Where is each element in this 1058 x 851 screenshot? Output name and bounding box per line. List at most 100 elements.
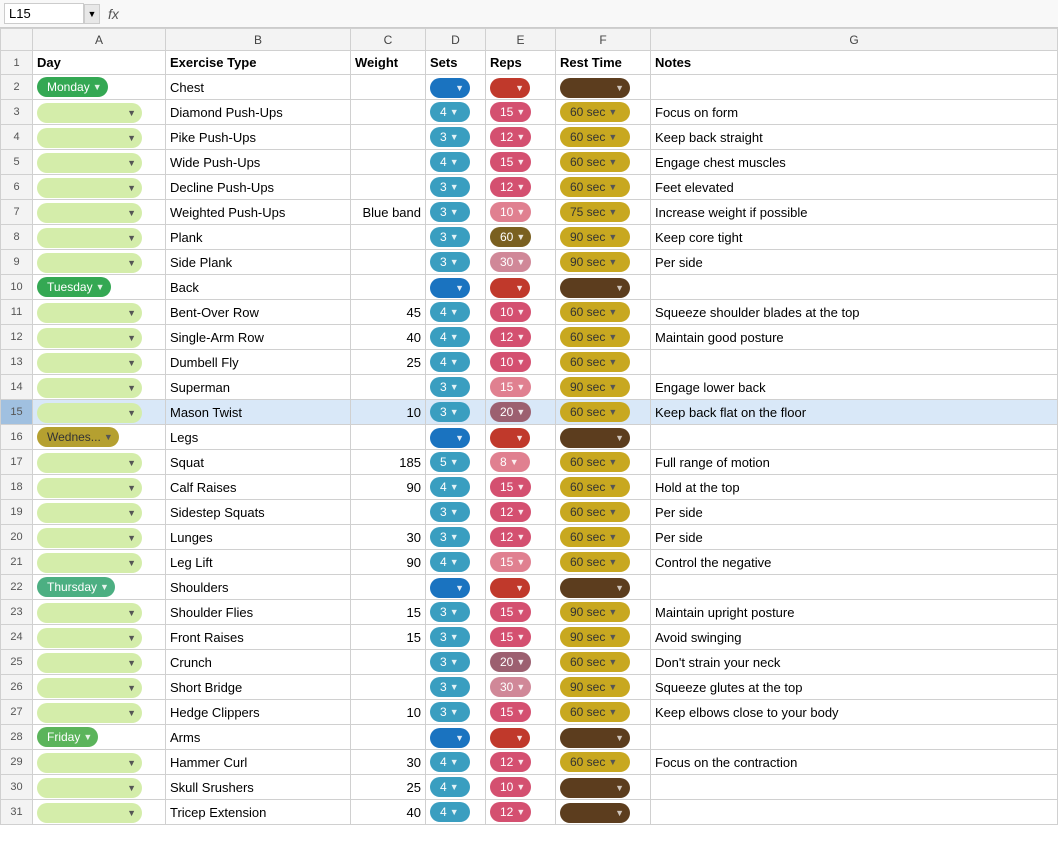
dropdown-pill[interactable]: 12 ▼ — [490, 177, 531, 197]
cell-sets[interactable]: 3 ▼ — [426, 675, 486, 700]
rest-pill[interactable]: 60 sec ▼ — [560, 177, 630, 197]
dropdown-pill[interactable]: 3 ▼ — [430, 702, 470, 722]
dropdown-pill[interactable]: 3 ▼ — [430, 502, 470, 522]
cell-reps[interactable]: 12 ▼ — [486, 525, 556, 550]
cell-reps[interactable]: 30 ▼ — [486, 675, 556, 700]
cell-rest-time[interactable]: 60 sec ▼ — [556, 150, 651, 175]
empty-day-pill[interactable]: ▼ — [37, 253, 142, 273]
empty-day-pill[interactable]: ▼ — [37, 503, 142, 523]
dropdown-pill[interactable]: 4 ▼ — [430, 152, 470, 172]
rest-pill[interactable]: 90 sec ▼ — [560, 377, 630, 397]
rest-pill[interactable]: 60 sec ▼ — [560, 302, 630, 322]
cell-reps[interactable]: 15 ▼ — [486, 550, 556, 575]
dropdown-pill[interactable]: 4 ▼ — [430, 102, 470, 122]
cell-reps[interactable]: 10 ▼ — [486, 300, 556, 325]
cell-rest-time[interactable]: 60 sec ▼ — [556, 350, 651, 375]
dropdown-pill[interactable]: 10 ▼ — [490, 777, 531, 797]
dropdown-pill[interactable]: 15 ▼ — [490, 377, 531, 397]
cell-sets[interactable]: 4 ▼ — [426, 325, 486, 350]
cell-day[interactable]: ▼ — [33, 125, 166, 150]
dropdown-pill[interactable]: 4 ▼ — [430, 477, 470, 497]
cell-rest-time[interactable]: ▼ — [556, 775, 651, 800]
dropdown-pill[interactable]: 5 ▼ — [430, 452, 470, 472]
rest-pill[interactable]: ▼ — [560, 78, 630, 98]
dropdown-pill[interactable]: 12 ▼ — [490, 127, 531, 147]
cell-rest-time[interactable]: 90 sec ▼ — [556, 600, 651, 625]
dropdown-pill[interactable]: 60 ▼ — [490, 227, 531, 247]
cell-sets[interactable]: 3 ▼ — [426, 225, 486, 250]
empty-day-pill[interactable]: ▼ — [37, 203, 142, 223]
dropdown-pill[interactable]: 4 ▼ — [430, 802, 470, 822]
cell-reps[interactable]: ▼ — [486, 275, 556, 300]
empty-day-pill[interactable]: ▼ — [37, 453, 142, 473]
rest-pill[interactable]: 60 sec ▼ — [560, 527, 630, 547]
empty-day-pill[interactable]: ▼ — [37, 478, 142, 498]
col-header-D[interactable]: D — [426, 29, 486, 51]
cell-rest-time[interactable]: 60 sec ▼ — [556, 175, 651, 200]
cell-rest-time[interactable]: 60 sec ▼ — [556, 500, 651, 525]
cell-sets[interactable]: 4 ▼ — [426, 150, 486, 175]
dropdown-pill[interactable]: 20 ▼ — [490, 402, 531, 422]
cell-sets[interactable]: 3 ▼ — [426, 600, 486, 625]
cell-day[interactable]: ▼ — [33, 625, 166, 650]
dropdown-pill[interactable]: 3 ▼ — [430, 202, 470, 222]
cell-day[interactable]: Thursday ▼ — [33, 575, 166, 600]
rest-pill[interactable]: ▼ — [560, 778, 630, 798]
empty-day-pill[interactable]: ▼ — [37, 678, 142, 698]
cell-sets[interactable]: 3 ▼ — [426, 125, 486, 150]
dropdown-pill[interactable]: 30 ▼ — [490, 252, 531, 272]
dropdown-pill[interactable]: 3 ▼ — [430, 252, 470, 272]
cell-sets[interactable]: 4 ▼ — [426, 550, 486, 575]
rest-pill[interactable]: 60 sec ▼ — [560, 752, 630, 772]
rest-pill[interactable]: 60 sec ▼ — [560, 452, 630, 472]
dropdown-pill[interactable]: 3 ▼ — [430, 602, 470, 622]
cell-sets[interactable]: 4 ▼ — [426, 475, 486, 500]
cell-sets[interactable]: 4 ▼ — [426, 800, 486, 825]
cell-rest-time[interactable]: 60 sec ▼ — [556, 450, 651, 475]
cell-rest-time[interactable]: ▼ — [556, 75, 651, 100]
rest-pill[interactable]: ▼ — [560, 728, 630, 748]
cell-rest-time[interactable]: 60 sec ▼ — [556, 400, 651, 425]
cell-reps[interactable]: 12 ▼ — [486, 125, 556, 150]
rest-pill[interactable]: ▼ — [560, 428, 630, 448]
dropdown-pill[interactable]: ▼ — [490, 278, 530, 298]
rest-pill[interactable]: 75 sec ▼ — [560, 202, 630, 222]
empty-day-pill[interactable]: ▼ — [37, 628, 142, 648]
rest-pill[interactable]: 60 sec ▼ — [560, 552, 630, 572]
cell-reps[interactable]: 12 ▼ — [486, 800, 556, 825]
rest-pill[interactable]: 60 sec ▼ — [560, 127, 630, 147]
dropdown-pill[interactable]: 4 ▼ — [430, 552, 470, 572]
rest-pill[interactable]: 60 sec ▼ — [560, 402, 630, 422]
day-pill[interactable]: Monday ▼ — [37, 77, 108, 97]
day-pill[interactable]: Wednes... ▼ — [37, 427, 119, 447]
cell-rest-time[interactable]: 75 sec ▼ — [556, 200, 651, 225]
dropdown-pill[interactable]: 3 ▼ — [430, 127, 470, 147]
dropdown-pill[interactable]: 3 ▼ — [430, 527, 470, 547]
rest-pill[interactable]: ▼ — [560, 578, 630, 598]
rest-pill[interactable]: 60 sec ▼ — [560, 102, 630, 122]
cell-day[interactable]: Tuesday ▼ — [33, 275, 166, 300]
cell-day[interactable]: ▼ — [33, 400, 166, 425]
dropdown-pill[interactable]: 12 ▼ — [490, 802, 531, 822]
cell-reps[interactable]: 12 ▼ — [486, 500, 556, 525]
cell-sets[interactable]: ▼ — [426, 575, 486, 600]
empty-day-pill[interactable]: ▼ — [37, 328, 142, 348]
col-header-C[interactable]: C — [351, 29, 426, 51]
cell-sets[interactable]: 3 ▼ — [426, 700, 486, 725]
cell-rest-time[interactable]: 60 sec ▼ — [556, 525, 651, 550]
empty-day-pill[interactable]: ▼ — [37, 353, 142, 373]
cell-reps[interactable]: 20 ▼ — [486, 400, 556, 425]
dropdown-pill[interactable]: 12 ▼ — [490, 327, 531, 347]
rest-pill[interactable]: 60 sec ▼ — [560, 502, 630, 522]
dropdown-pill[interactable]: 10 ▼ — [490, 302, 531, 322]
dropdown-pill[interactable]: 3 ▼ — [430, 652, 470, 672]
dropdown-pill[interactable]: 4 ▼ — [430, 752, 470, 772]
cell-reps[interactable]: ▼ — [486, 575, 556, 600]
empty-day-pill[interactable]: ▼ — [37, 603, 142, 623]
rest-pill[interactable]: 60 sec ▼ — [560, 702, 630, 722]
cell-reps[interactable]: ▼ — [486, 425, 556, 450]
cell-reps[interactable]: 12 ▼ — [486, 175, 556, 200]
cell-reps[interactable]: 12 ▼ — [486, 750, 556, 775]
cell-reps[interactable]: ▼ — [486, 75, 556, 100]
cell-day[interactable]: ▼ — [33, 750, 166, 775]
